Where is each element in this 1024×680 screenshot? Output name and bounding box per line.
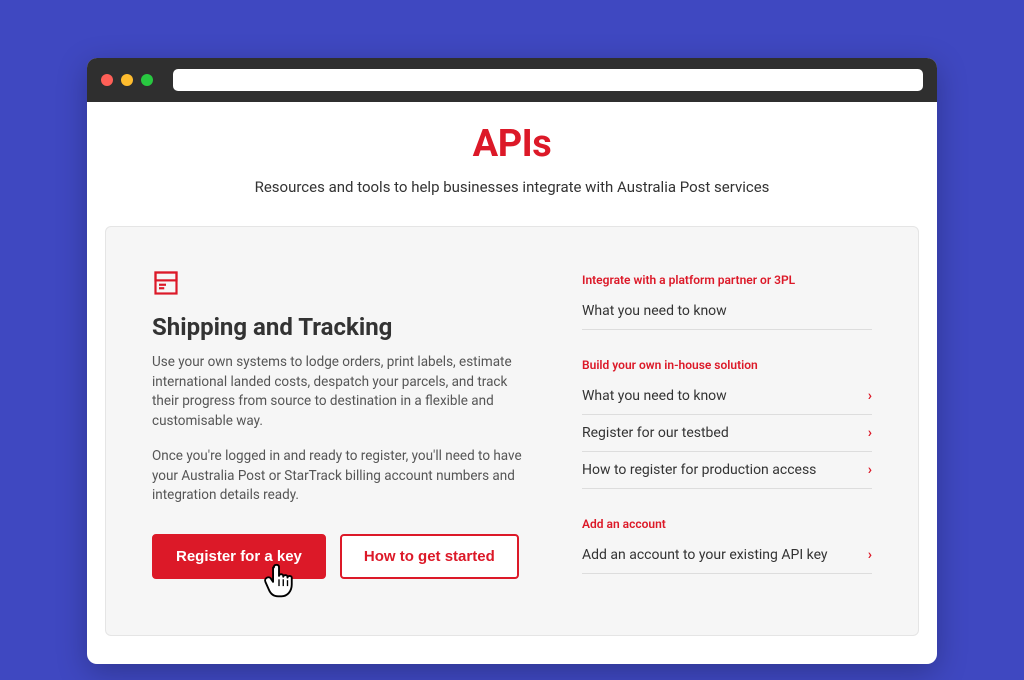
chevron-right-icon: ›	[868, 462, 872, 478]
group-label-inhouse: Build your own in-house solution	[582, 358, 872, 372]
chevron-right-icon: ›	[868, 425, 872, 441]
group-label-add-account: Add an account	[582, 517, 872, 531]
link-label: What you need to know	[582, 388, 727, 404]
minimize-icon[interactable]	[121, 74, 133, 86]
link-register-production[interactable]: How to register for production access ›	[582, 452, 872, 489]
card-right-column: Integrate with a platform partner or 3PL…	[582, 269, 872, 579]
link-platform-what-you-need[interactable]: What you need to know ›	[582, 293, 872, 330]
link-register-testbed[interactable]: Register for our testbed ›	[582, 415, 872, 452]
shipping-tracking-card: Shipping and Tracking Use your own syste…	[105, 226, 919, 636]
link-label: Add an account to your existing API key	[582, 547, 828, 563]
url-bar[interactable]	[173, 69, 923, 91]
group-label-platform-partner: Integrate with a platform partner or 3PL	[582, 273, 872, 287]
link-label: How to register for production access	[582, 462, 816, 478]
card-paragraph-1: Use your own systems to lodge orders, pr…	[152, 353, 532, 431]
browser-titlebar	[87, 58, 937, 102]
maximize-icon[interactable]	[141, 74, 153, 86]
card-left-column: Shipping and Tracking Use your own syste…	[152, 269, 532, 579]
close-icon[interactable]	[101, 74, 113, 86]
how-to-get-started-button[interactable]: How to get started	[340, 534, 519, 579]
page-subtitle: Resources and tools to help businesses i…	[105, 178, 919, 196]
browser-window: APIs Resources and tools to help busines…	[87, 58, 937, 664]
chevron-right-icon: ›	[868, 388, 872, 404]
page-title: APIs	[105, 122, 919, 166]
button-row: Register for a key How to get started	[152, 534, 532, 579]
page-viewport: APIs Resources and tools to help busines…	[87, 102, 937, 664]
link-label: What you need to know	[582, 303, 727, 319]
link-add-account[interactable]: Add an account to your existing API key …	[582, 537, 872, 574]
package-icon	[152, 269, 180, 297]
link-label: Register for our testbed	[582, 425, 729, 441]
link-inhouse-what-you-need[interactable]: What you need to know ›	[582, 378, 872, 415]
chevron-right-icon: ›	[868, 547, 872, 563]
register-key-button[interactable]: Register for a key	[152, 534, 326, 579]
card-paragraph-2: Once you're logged in and ready to regis…	[152, 447, 532, 506]
card-heading: Shipping and Tracking	[152, 313, 532, 341]
